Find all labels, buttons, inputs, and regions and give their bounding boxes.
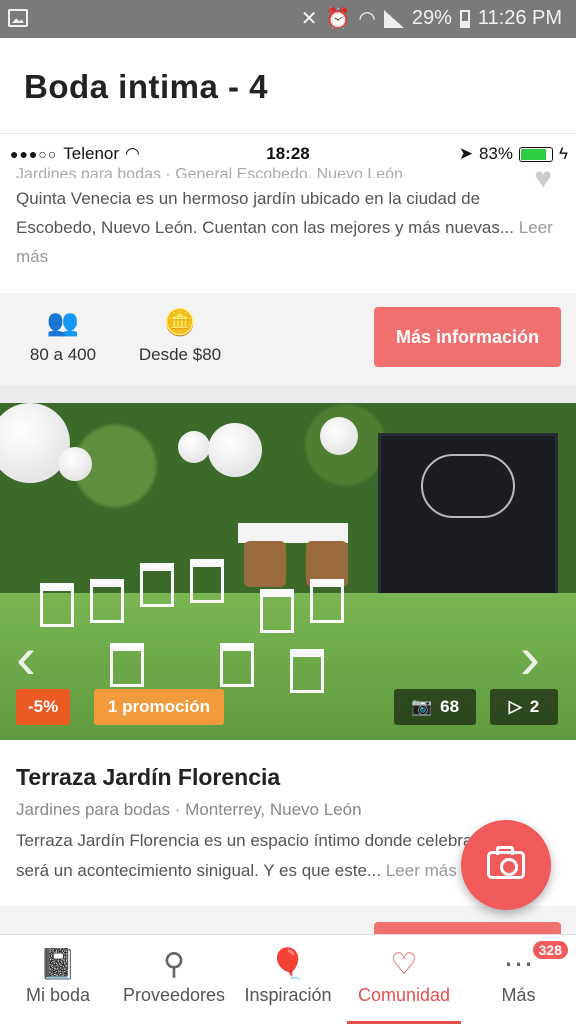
coins-icon: 🪙 [163, 307, 197, 337]
venue-stats-row: 👥 80 a 400 🪙 Desde $80 Más información [0, 293, 576, 385]
guests-stat: 👥 80 a 400 [22, 307, 104, 365]
camera-icon: 📷 [410, 697, 433, 716]
video-count: 2 [529, 697, 540, 716]
venue-category: Jardines para bodas · General Escobedo, … [16, 166, 403, 178]
photo-lantern [320, 417, 358, 455]
price-stat: 🪙 Desde $80 [128, 307, 232, 365]
video-count-badge[interactable]: ▷ 2 [490, 689, 558, 725]
android-status-bar: ✕ ⏰ ◠ 29% 11:26 PM [0, 0, 576, 38]
photo-chair [190, 559, 224, 603]
nav-proveedores[interactable]: ⚲ Proveedores [116, 935, 232, 1024]
status-icons: ✕ ⏰ ◠ 29% 11:26 PM [301, 6, 562, 31]
gallery-notification-icon [8, 9, 28, 27]
mute-icon: ✕ [300, 8, 318, 30]
app-header: Boda intima - 4 [0, 38, 576, 134]
signal-icon [383, 9, 404, 28]
venue-description-text: Quinta Venecia es un hermoso jardín ubic… [16, 189, 515, 237]
ios-status-bar: ●●●○○ Telenor ◠ 18:28 ➤ 83% ϟ [0, 136, 576, 170]
location-arrow-icon: ➤ [458, 144, 473, 163]
clock: 11:26 PM [477, 7, 562, 29]
photo-chair [310, 579, 344, 623]
alarm-icon: ⏰ [325, 8, 351, 30]
venue-category: Jardines para bodas · Monterrey, Nuevo L… [16, 800, 362, 819]
photo-lantern [208, 423, 262, 477]
photo-chair [40, 583, 74, 627]
read-more-link[interactable]: Leer más [386, 861, 457, 880]
promo-badge: 1 promoción [94, 689, 225, 725]
price-value: Desde $80 [138, 345, 222, 364]
notebook-icon: 📓 [39, 948, 77, 981]
nav-label: Inspiración [244, 985, 332, 1005]
ios-battery-percent: 83% [478, 144, 513, 163]
photo-chair [90, 579, 124, 623]
notification-count-badge: 328 [532, 941, 568, 959]
nav-label: Mi boda [25, 985, 91, 1005]
play-icon: ▷ [508, 697, 522, 716]
people-icon: 👥 [46, 307, 80, 337]
ios-battery-icon [519, 146, 553, 162]
photo-lantern [58, 447, 92, 481]
photo-barrel [244, 541, 286, 587]
more-info-button[interactable]: Más información [374, 307, 561, 367]
nav-inspiracion[interactable]: 🎈 Inspiración [232, 935, 344, 1024]
bottom-nav: 📓 Mi boda ⚲ Proveedores 🎈 Inspiración ♡ … [0, 934, 576, 1024]
prev-photo-arrow-icon[interactable]: ‹ [16, 623, 36, 692]
nav-label: Proveedores [122, 985, 226, 1005]
page-title: Boda intima - 4 [24, 68, 269, 105]
photo-count-badge[interactable]: 📷 68 [394, 689, 476, 725]
balloon-icon: 🎈 [269, 948, 307, 981]
chat-heart-icon: ♡ [390, 948, 418, 981]
photo-chair [140, 563, 174, 607]
next-photo-arrow-icon[interactable]: › [520, 623, 540, 692]
nav-label: Más [501, 985, 536, 1005]
venue-description: Quinta Venecia es un hermoso jardín ubic… [16, 184, 564, 271]
battery-percent: 29% [411, 7, 452, 29]
nav-mi-boda[interactable]: 📓 Mi boda [0, 935, 116, 1024]
photo-lantern [178, 431, 210, 463]
photo-count: 68 [440, 697, 460, 716]
wifi-icon: ◠ [358, 8, 376, 30]
camera-fab-button[interactable] [461, 820, 551, 910]
guests-value: 80 a 400 [29, 345, 97, 364]
venue-name[interactable]: Terraza Jardín Florencia [16, 764, 280, 791]
nav-mas[interactable]: ⋯ Más 328 [461, 935, 576, 1024]
nav-comunidad[interactable]: ♡ Comunidad [347, 935, 461, 1024]
battery-icon [459, 9, 470, 28]
nav-label: Comunidad [357, 985, 451, 1005]
photo-chalkboard [378, 433, 558, 608]
photo-chair [260, 589, 294, 633]
charging-icon: ϟ [559, 144, 568, 163]
magnifier-icon: ⚲ [163, 948, 185, 981]
photo-chair [290, 649, 324, 693]
card-separator [0, 385, 576, 403]
photo-table [238, 523, 348, 543]
camera-icon [487, 846, 525, 879]
venue-photo-terraza-jardin-florencia[interactable]: ‹ › -5% 1 promoción 📷 68 ▷ 2 [0, 403, 576, 740]
discount-badge: -5% [16, 689, 71, 725]
photo-chair [220, 643, 254, 687]
photo-chair [110, 643, 144, 687]
